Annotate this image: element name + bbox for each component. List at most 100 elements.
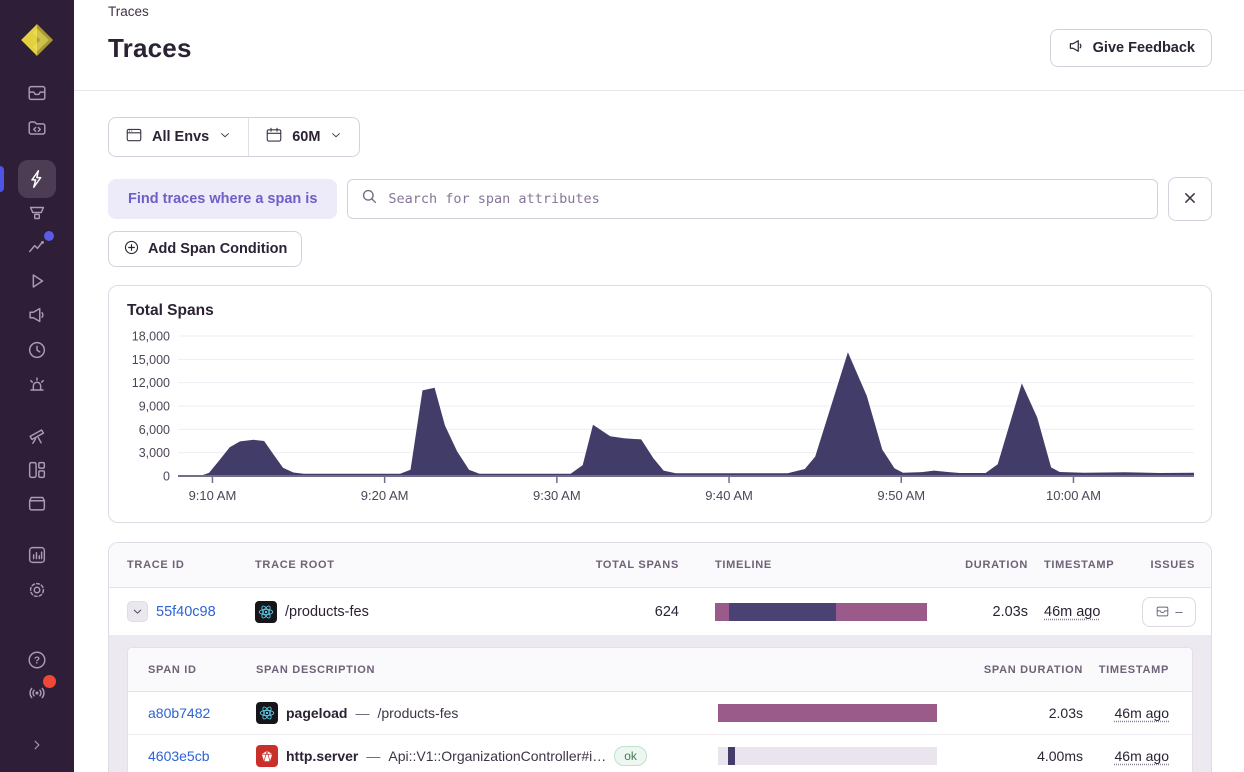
window-icon (125, 126, 143, 148)
svg-text:3,000: 3,000 (139, 446, 170, 460)
span-status-badge: ok (614, 745, 647, 766)
span-id-link[interactable]: 4603e5cb (148, 748, 210, 764)
stats-icon[interactable] (18, 536, 56, 574)
span-op: pageload (286, 705, 348, 721)
archive-icon[interactable] (18, 484, 56, 522)
broadcast-icon[interactable] (18, 674, 56, 712)
span-table-header: SPAN ID SPAN DESCRIPTION SPAN DURATION T… (128, 648, 1192, 692)
span-op: http.server (286, 747, 359, 764)
environment-filter[interactable]: All Envs (109, 118, 248, 156)
page-title: Traces (108, 32, 192, 63)
span-row: 4603e5cb http.server — Api::V1::Organiza… (128, 734, 1192, 772)
svg-text:?: ? (34, 656, 40, 667)
broadcast-notification-dot (43, 675, 56, 688)
span-id-link[interactable]: a80b7482 (148, 705, 210, 721)
give-feedback-button[interactable]: Give Feedback (1049, 29, 1212, 67)
breadcrumb[interactable]: Traces (108, 4, 1212, 19)
trace-id-link[interactable]: 55f40c98 (156, 604, 216, 620)
calendar-icon (265, 126, 283, 148)
insights-notification-dot (44, 231, 54, 241)
active-nav-indicator (0, 166, 4, 192)
traces-table-header: TRACE ID TRACE ROOT TOTAL SPANS TIMELINE… (109, 543, 1211, 588)
svg-text:6,000: 6,000 (139, 423, 170, 437)
svg-text:10:00 AM: 10:00 AM (1046, 488, 1101, 503)
date-range-filter[interactable]: 60M (249, 118, 359, 156)
trace-row: 55f40c98 /products-fes 624 2.03s 46m ago (109, 588, 1211, 635)
page-header: Traces Traces Give Feedback (74, 0, 1244, 91)
search-icon (360, 187, 379, 211)
releases-icon[interactable] (18, 331, 56, 369)
traces-table: TRACE ID TRACE ROOT TOTAL SPANS TIMELINE… (108, 542, 1212, 772)
plus-circle-icon (123, 239, 140, 260)
col-timestamp: TIMESTAMP (1044, 559, 1115, 571)
col-timeline: TIMELINE (715, 559, 772, 571)
react-icon (256, 702, 278, 724)
total-spans-value: 624 (654, 603, 679, 620)
alerts-icon[interactable] (18, 366, 56, 404)
svg-text:18,000: 18,000 (132, 330, 170, 344)
profiling-icon[interactable] (18, 194, 56, 232)
clear-search-button[interactable] (1168, 177, 1212, 221)
add-span-condition-button[interactable]: Add Span Condition (108, 231, 303, 267)
trace-timeline-bar (715, 602, 927, 621)
sentry-logo[interactable] (17, 20, 57, 60)
span-description: /products-fes (377, 705, 459, 721)
ruby-icon (256, 744, 278, 767)
span-duration: 4.00ms (1037, 747, 1083, 764)
col-duration: DURATION (965, 559, 1028, 571)
col-trace-root: TRACE ROOT (255, 559, 335, 571)
chart-title: Total Spans (127, 302, 214, 319)
svg-text:9:10 AM: 9:10 AM (189, 488, 237, 503)
span-description: Api::V1::OrganizationController#i… (388, 747, 607, 764)
svg-text:15,000: 15,000 (132, 353, 170, 367)
expanded-trace-panel: SPAN ID SPAN DESCRIPTION SPAN DURATION T… (109, 635, 1211, 772)
collapse-icon[interactable] (18, 726, 56, 764)
page-filter-bar: All Envs 60M (108, 117, 361, 157)
trace-root-label: /products-fes (285, 603, 369, 620)
search-input[interactable] (388, 191, 1145, 207)
col-span-id: SPAN ID (148, 663, 197, 676)
col-span-timestamp: TIMESTAMP (1098, 663, 1169, 676)
discover-icon[interactable] (18, 416, 56, 454)
svg-text:9:50 AM: 9:50 AM (877, 488, 925, 503)
settings-icon[interactable] (18, 571, 56, 609)
separator: — (366, 747, 381, 764)
add-span-condition-label: Add Span Condition (148, 241, 288, 257)
span-duration-bar (718, 704, 937, 722)
trace-duration: 2.03s (992, 603, 1028, 620)
svg-text:9:30 AM: 9:30 AM (533, 488, 581, 503)
sidebar: ? (0, 0, 74, 772)
insights-icon[interactable] (18, 228, 56, 266)
span-row: a80b7482 pageload — /products-fes 2.03s … (128, 692, 1192, 734)
separator: — (355, 705, 370, 721)
col-issues: ISSUES (1150, 559, 1195, 571)
total-spans-chart: 0 3,000 6,000 9,000 12,000 15,000 18,000 9:10 A… (109, 326, 1211, 522)
span-table: SPAN ID SPAN DESCRIPTION SPAN DURATION T… (127, 647, 1193, 772)
span-timestamp[interactable]: 46m ago (1115, 748, 1169, 764)
trace-issues-button[interactable]: – (1142, 596, 1196, 627)
span-attributes-search[interactable] (347, 179, 1158, 219)
collapse-row-button[interactable] (127, 601, 148, 622)
megaphone-icon (1067, 37, 1085, 59)
issues-count: – (1175, 604, 1183, 619)
svg-text:0: 0 (163, 470, 170, 484)
feedback-icon[interactable] (18, 296, 56, 334)
replays-icon[interactable] (18, 262, 56, 300)
issues-icon[interactable] (18, 74, 56, 112)
span-duration-bar (718, 746, 937, 765)
col-trace-id: TRACE ID (127, 559, 185, 571)
environment-filter-label: All Envs (152, 129, 210, 145)
span-timestamp[interactable]: 46m ago (1115, 705, 1169, 721)
col-total-spans: TOTAL SPANS (595, 559, 679, 571)
svg-text:9,000: 9,000 (139, 400, 170, 414)
give-feedback-label: Give Feedback (1092, 40, 1195, 56)
span-duration: 2.03s (1048, 705, 1083, 721)
find-traces-pill: Find traces where a span is (108, 179, 338, 219)
col-span-duration: SPAN DURATION (983, 663, 1083, 676)
explore-icon[interactable] (18, 160, 56, 198)
trace-timestamp[interactable]: 46m ago (1044, 604, 1100, 620)
date-range-filter-label: 60M (292, 129, 321, 145)
close-icon (1180, 188, 1200, 211)
projects-icon[interactable] (18, 109, 56, 147)
chevron-down-icon (329, 128, 343, 146)
